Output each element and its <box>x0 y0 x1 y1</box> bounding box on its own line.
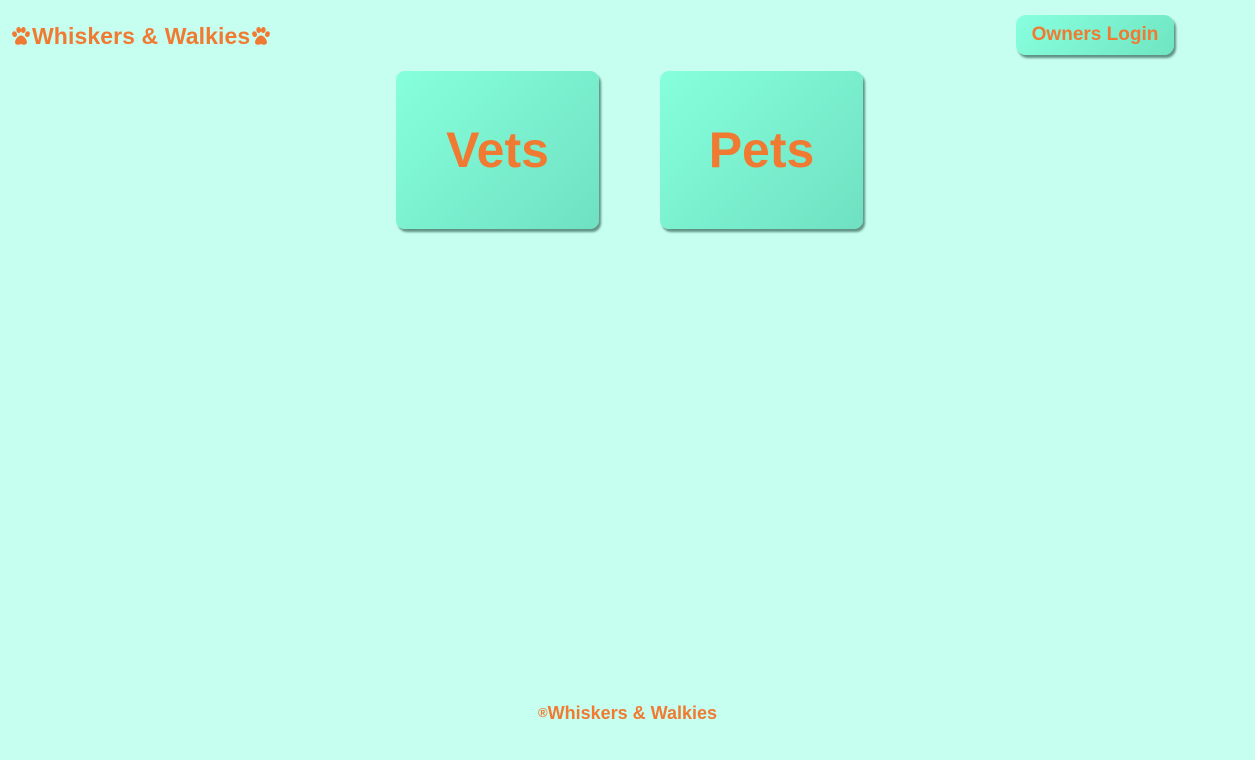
site-brand[interactable]: Whiskers & Walkies <box>10 20 272 52</box>
brand-name: Whiskers & Walkies <box>32 22 251 49</box>
registered-mark: ® <box>538 705 548 720</box>
owners-login-button[interactable]: Owners Login <box>1016 15 1174 55</box>
paw-icon <box>10 25 32 47</box>
vets-tile-button[interactable]: Vets <box>396 71 599 229</box>
site-footer: ®Whiskers & Walkies <box>0 703 1255 724</box>
category-tiles: Vets Pets <box>396 71 863 229</box>
pets-tile-button[interactable]: Pets <box>660 71 863 229</box>
paw-icon <box>250 25 272 47</box>
footer-brand-text: Whiskers & Walkies <box>547 703 717 723</box>
